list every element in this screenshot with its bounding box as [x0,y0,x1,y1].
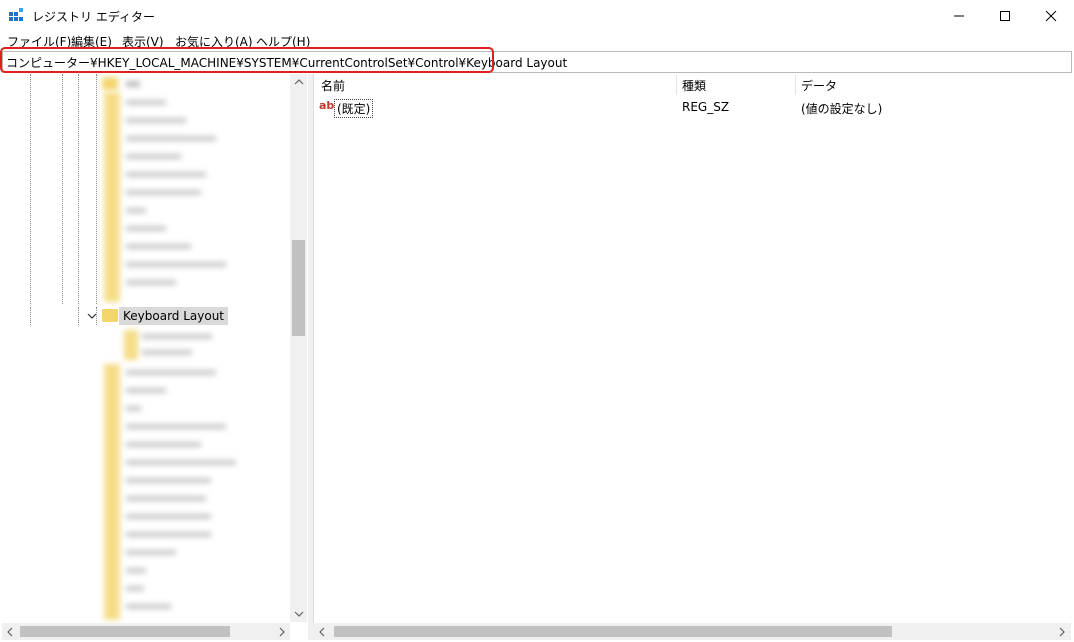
column-header-type[interactable]: 種類 [682,77,706,94]
column-separator[interactable] [676,75,677,95]
column-header-name[interactable]: 名前 [321,77,345,94]
string-value-icon: ab [319,99,335,112]
minimize-icon [954,15,964,16]
tree-blurred-group-upper [104,92,234,302]
scroll-right-icon[interactable] [278,627,286,637]
scroll-down-icon[interactable] [294,610,304,618]
scroll-right-icon[interactable] [1058,627,1066,637]
title-bar [0,0,1074,31]
folder-icon [102,309,118,322]
maximize-button[interactable] [982,0,1028,31]
tree-blurred-group-lower [104,328,244,620]
maximize-icon [1000,10,1010,21]
value-type: REG_SZ [682,100,730,114]
column-header-data[interactable]: データ [801,77,837,94]
column-separator[interactable] [795,75,796,95]
tree-item-keyboard-layout[interactable]: Keyboard Layout [119,307,229,325]
tree-item-blurred[interactable] [102,76,140,90]
window-title: レジストリ エディター [32,10,155,24]
scroll-up-icon[interactable] [294,78,304,86]
scroll-left-icon[interactable] [6,627,14,637]
address-highlight-annotation [0,47,494,73]
tree-horizontal-scroll-thumb[interactable] [20,626,230,637]
value-name[interactable]: (既定) [334,99,374,118]
values-list-pane[interactable] [313,74,1072,624]
tree-vertical-scrollbar[interactable] [290,74,307,622]
minimize-button[interactable] [936,0,982,31]
tree-vertical-scroll-thumb[interactable] [292,240,305,336]
close-button[interactable] [1028,0,1074,31]
close-icon [1045,10,1057,21]
chevron-down-icon[interactable] [87,311,97,321]
list-horizontal-scroll-thumb[interactable] [334,626,892,637]
value-data: (値の設定なし) [801,102,883,116]
registry-app-icon [9,8,23,21]
scroll-left-icon[interactable] [318,627,326,637]
